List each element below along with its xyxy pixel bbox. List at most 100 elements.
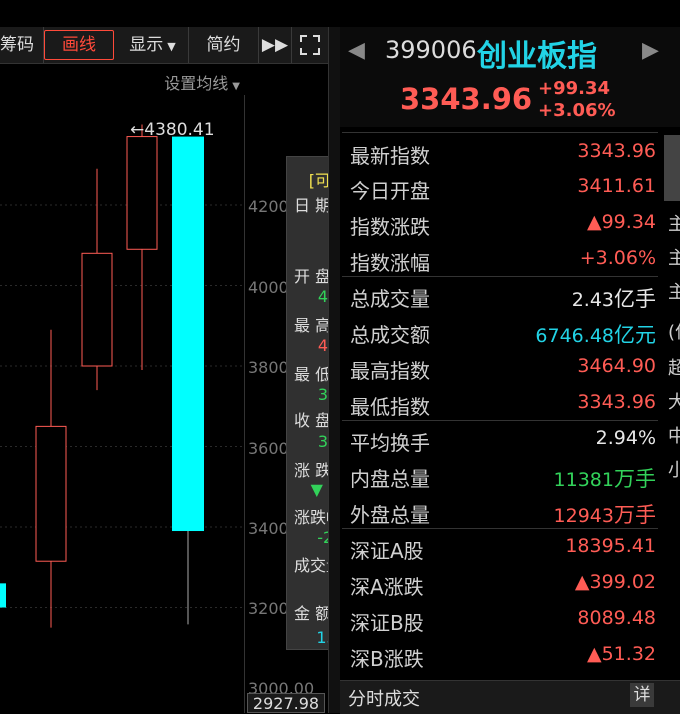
quote-value: 3343.96 xyxy=(577,140,656,162)
quote-row: 指数涨跌 ▲99.34 xyxy=(348,206,658,242)
quote-number: ▲399.02 xyxy=(574,571,656,593)
quote-divider xyxy=(342,276,658,277)
prev-stock-icon[interactable]: ◀ xyxy=(348,38,365,63)
high-price-marker: ←4380.41 xyxy=(130,120,215,140)
candle-body[interactable] xyxy=(126,136,158,250)
quote-unit: 亿元 xyxy=(614,323,656,347)
quote-label: 深B涨跌 xyxy=(350,647,424,671)
quote-value: ▲399.02 xyxy=(575,571,656,593)
side-panel-label: (亿 xyxy=(668,322,680,343)
quote-label: 指数涨跌 xyxy=(350,215,430,239)
quote-value: 18395.41 xyxy=(565,535,656,557)
quote-number: 12943 xyxy=(553,505,614,527)
stock-name: 创业板指 xyxy=(477,39,597,74)
quote-number: ▲51.32 xyxy=(586,643,656,665)
quote-value: 2.43亿手 xyxy=(572,283,656,313)
quote-value: 12943万手 xyxy=(554,499,656,529)
quote-label: 内盘总量 xyxy=(350,467,430,491)
quote-value: 8089.48 xyxy=(577,607,656,629)
side-panel-label: 大 xyxy=(668,392,680,413)
toolbar-display-button[interactable]: 显示 ▼ xyxy=(117,27,189,63)
quote-number: ▲99.34 xyxy=(586,211,656,233)
quote-value: 2.94% xyxy=(596,427,656,449)
detail-button[interactable]: 详 xyxy=(630,683,654,707)
quote-number: 3343.96 xyxy=(577,140,656,162)
y-tick-3600: 3600 xyxy=(248,439,289,458)
quote-value: 3464.90 xyxy=(577,355,656,377)
quote-unit: 万手 xyxy=(614,467,656,491)
quote-number: 11381 xyxy=(553,469,614,491)
low-price-marker: 2927.98 xyxy=(247,693,325,713)
quote-number: 2.94% xyxy=(595,427,656,449)
quote-row: 最新指数 3343.96 xyxy=(348,135,658,171)
quote-label: 平均换手 xyxy=(350,431,430,455)
quote-number: 6746.48 xyxy=(535,325,614,347)
quote-number: 3464.90 xyxy=(577,355,656,377)
quote-row: 平均换手 2.94% xyxy=(348,422,658,458)
kline-chart[interactable] xyxy=(0,95,328,713)
chevron-down-icon: ▼ xyxy=(167,40,176,53)
quote-row: 外盘总量 12943万手 xyxy=(348,494,658,530)
quote-label: 深证A股 xyxy=(350,539,424,563)
quote-row: 内盘总量 11381万手 xyxy=(348,458,658,494)
quote-scrollbar[interactable] xyxy=(664,135,680,201)
fast-forward-icon[interactable]: ▶▶ xyxy=(259,27,292,63)
toolbar-simple-button[interactable]: 简约 xyxy=(189,27,259,63)
stock-code: 399006 xyxy=(385,36,477,64)
candle-body[interactable] xyxy=(172,136,204,532)
quote-row: 总成交额 6746.48亿元 xyxy=(348,314,658,350)
toolbar-draw-button[interactable]: 画线 xyxy=(44,30,114,60)
fullscreen-icon[interactable] xyxy=(292,27,328,63)
tick-trades-title[interactable]: 分时成交 xyxy=(348,685,420,711)
side-panel-label: 小 xyxy=(668,460,680,481)
quote-divider xyxy=(342,528,658,529)
quote-label: 外盘总量 xyxy=(350,503,430,527)
quote-row: 指数涨幅 +3.06% xyxy=(348,242,658,278)
quote-unit: 万手 xyxy=(614,503,656,527)
ma-setting-label: 设置均线 xyxy=(164,74,229,93)
quote-divider xyxy=(342,132,658,133)
quote-label: 最新指数 xyxy=(350,144,430,168)
ma-setting-button[interactable]: 设置均线 ▼ xyxy=(120,70,240,94)
chevron-down-icon: ▼ xyxy=(232,81,240,92)
quote-row: 深B涨跌 ▲51.32 xyxy=(348,638,658,674)
stock-change: +99.34 xyxy=(538,78,611,99)
quote-value: +3.06% xyxy=(580,247,656,269)
side-panel-label: 中 xyxy=(668,426,680,447)
candle-body[interactable] xyxy=(0,583,6,608)
quote-label: 深证B股 xyxy=(350,611,424,635)
side-panel-label: 主 xyxy=(668,282,680,303)
candle-body[interactable] xyxy=(81,252,113,367)
y-tick-4000: 4000 xyxy=(248,278,289,297)
quote-label: 总成交额 xyxy=(350,323,430,347)
toolbar-chips-button[interactable]: 筹码 xyxy=(0,27,44,63)
candle-body[interactable] xyxy=(35,425,67,562)
quote-unit: 亿手 xyxy=(614,287,656,311)
quote-row: 最低指数 3343.96 xyxy=(348,386,658,422)
quote-label: 深A涨跌 xyxy=(350,575,424,599)
quote-number: 2.43 xyxy=(571,289,614,311)
quote-row: 今日开盘 3411.61 xyxy=(348,170,658,206)
quote-row: 最高指数 3464.90 xyxy=(348,350,658,386)
quote-row: 深证A股 18395.41 xyxy=(348,530,658,566)
quote-number: 18395.41 xyxy=(565,535,656,557)
quote-number: 3411.61 xyxy=(577,175,656,197)
quote-value: 3343.96 xyxy=(577,391,656,413)
quote-value: ▲99.34 xyxy=(587,211,656,233)
quote-label: 今日开盘 xyxy=(350,179,430,203)
toolbar-display-label: 显示 xyxy=(129,35,164,55)
side-panel-label: 超 xyxy=(668,358,680,379)
quote-label: 指数涨幅 xyxy=(350,251,430,275)
quote-label: 总成交量 xyxy=(350,287,430,311)
quote-number: 8089.48 xyxy=(577,607,656,629)
next-stock-icon[interactable]: ▶ xyxy=(642,38,659,63)
stock-change-pct: +3.06% xyxy=(538,100,616,121)
high-price-label: 4380.41 xyxy=(144,120,215,140)
y-tick-3800: 3800 xyxy=(248,358,289,377)
kline-svg[interactable] xyxy=(0,95,328,713)
quote-number: +3.06% xyxy=(579,247,656,269)
chart-toolbar: 筹码 画线 显示 ▼ 简约 ▶▶ xyxy=(0,27,328,64)
stock-price: 3343.96 xyxy=(400,82,533,116)
side-panel-label: 主 xyxy=(668,248,680,269)
quote-value: ▲51.32 xyxy=(587,643,656,665)
